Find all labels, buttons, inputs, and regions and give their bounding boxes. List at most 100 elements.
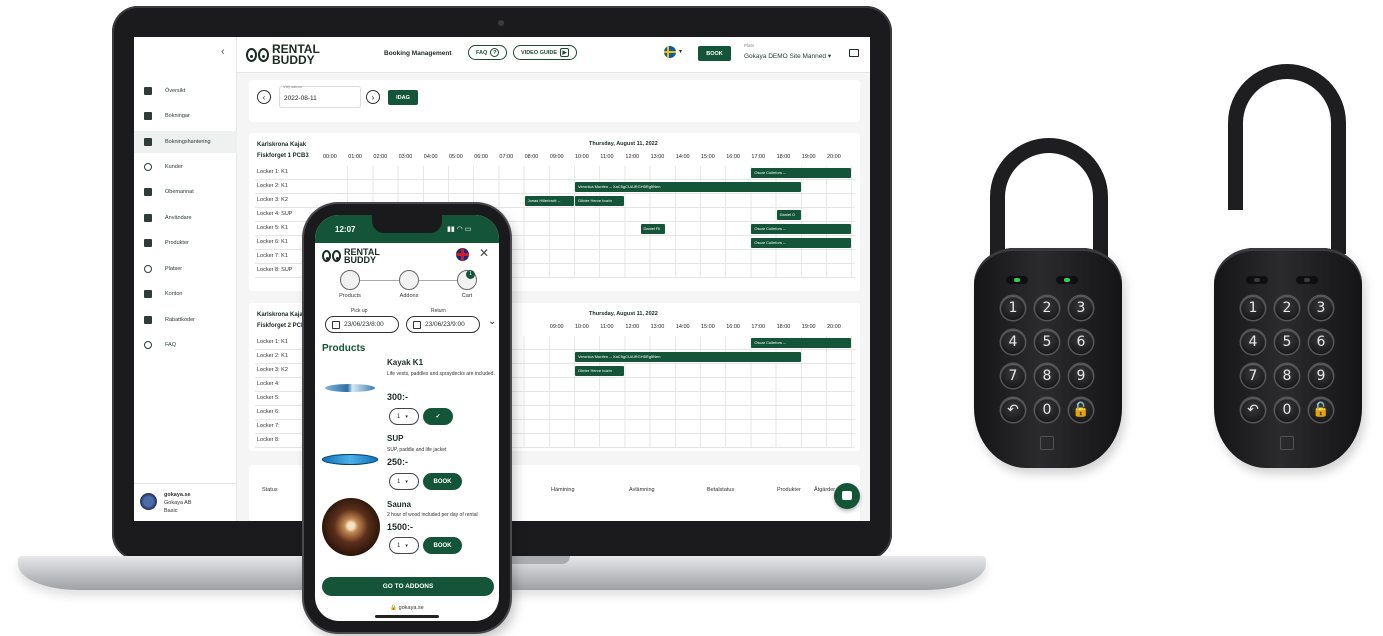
language-caret-icon[interactable]: ▾: [679, 48, 682, 55]
swedish-flag-icon[interactable]: [664, 46, 676, 58]
go-to-addons-button[interactable]: GO TO ADDONS: [322, 577, 494, 596]
booking-bar[interactable]: Daniel Fli: [640, 224, 665, 234]
keypad-key[interactable]: 7: [1241, 364, 1265, 388]
booking-bar[interactable]: Oscar Cullefors --: [751, 338, 852, 348]
phone-screen: 12:07 ▮▮ ◠ ▭ RENTAL BUDDY ✕ 1 Products A…: [315, 215, 499, 621]
keypad-key[interactable]: 8: [1275, 364, 1299, 388]
sidebar-item[interactable]: Bokningshantering: [134, 131, 237, 153]
sidebar-item[interactable]: Obemannat: [134, 181, 237, 203]
sidebar-item[interactable]: Användare: [134, 207, 237, 229]
sidebar-item[interactable]: Rabattkoder: [134, 309, 237, 331]
sidebar-item[interactable]: Produkter: [134, 232, 237, 254]
plats-select[interactable]: Gokaya DEMO Site Manned ▾: [744, 52, 831, 60]
quantity-select[interactable]: 1 ▾: [389, 473, 419, 490]
keypad-key[interactable]: 0: [1275, 398, 1299, 422]
step-addons-icon[interactable]: [399, 270, 419, 290]
browser-url: 🔒 gokaya.se: [390, 605, 424, 611]
sidebar-item[interactable]: Konton: [134, 283, 237, 305]
keypad-key[interactable]: 4: [1241, 330, 1265, 354]
quantity-select[interactable]: 1 ▾: [389, 408, 419, 425]
booking-bar[interactable]: Oscar Cullefors --: [751, 238, 852, 248]
sidebar-item[interactable]: Kunder: [134, 156, 237, 178]
date-input-label: Välj datum: [283, 84, 302, 89]
step-products-icon[interactable]: [340, 270, 360, 290]
rental-buddy-logo[interactable]: RENTAL BUDDY: [246, 43, 320, 66]
product-price: 1500:-: [387, 522, 414, 532]
booking-bar[interactable]: Jonas Hillerbrott --: [524, 196, 574, 206]
prev-date-button[interactable]: ‹: [257, 90, 271, 104]
keypad-key[interactable]: 9: [1309, 364, 1333, 388]
hour-label: 06:00: [474, 154, 488, 160]
keypad-key[interactable]: 0: [1035, 398, 1059, 422]
chevron-left-icon[interactable]: ‹: [221, 46, 225, 58]
step-label-cart: Cart: [461, 293, 473, 299]
keypad-key[interactable]: 3: [1069, 296, 1093, 320]
video-guide-button[interactable]: VIDEO GUIDE ▶: [513, 45, 578, 60]
keypad-key[interactable]: 1: [1001, 296, 1025, 320]
hour-label: 18:00: [776, 324, 791, 330]
keypad-key[interactable]: 🔓: [1069, 398, 1093, 422]
faq-button[interactable]: FAQ ?: [468, 45, 508, 60]
rental-buddy-logo[interactable]: RENTAL BUDDY: [322, 247, 380, 265]
status-led: [1246, 276, 1268, 284]
book-sauna-button[interactable]: BOOK: [423, 537, 462, 554]
close-icon[interactable]: ✕: [479, 246, 489, 260]
keypad-key[interactable]: 4: [1001, 330, 1025, 354]
keypad-key[interactable]: 3: [1309, 296, 1333, 320]
products-heading: Products: [322, 343, 366, 354]
schedule-day: Thursday, August 11, 2022: [589, 311, 658, 317]
book-sup-button[interactable]: BOOK: [423, 473, 462, 490]
pickup-date-field[interactable]: 23/06/23/8:00: [325, 316, 399, 333]
keypad-key[interactable]: 6: [1309, 330, 1333, 354]
keypad-key[interactable]: 7: [1001, 364, 1025, 388]
booking-bar[interactable]: Daniel O: [776, 210, 801, 220]
keypad-key[interactable]: 5: [1275, 330, 1299, 354]
booking-bar[interactable]: Olivier Herve bozin: [575, 366, 625, 376]
column-header[interactable]: Avlämning: [629, 487, 655, 493]
booking-bar[interactable]: Oscar Cullefors --: [751, 224, 852, 234]
booking-bar[interactable]: Veronica Monfen -- XaC5gCUAIRGH5Rg5Nen: [575, 182, 801, 192]
product-description: 2 hour of wood included per day of renta…: [387, 512, 478, 518]
hour-label: 03:00: [398, 154, 413, 160]
keypad-key[interactable]: 2: [1035, 296, 1059, 320]
keypad-key[interactable]: ↶: [1001, 398, 1025, 422]
column-header[interactable]: Hämtning: [551, 487, 575, 493]
logo-eyes-icon: [246, 47, 269, 62]
sidebar-item[interactable]: FAQ: [134, 334, 237, 356]
quantity-select[interactable]: 1 ▾: [389, 537, 419, 554]
column-header[interactable]: Status: [262, 487, 278, 493]
home-indicator: [375, 615, 439, 618]
keypad-key[interactable]: 5: [1035, 330, 1059, 354]
site-location: Fiskforget 1 PCB3: [257, 153, 309, 159]
added-check-button[interactable]: ✓: [423, 408, 453, 425]
keypad-key[interactable]: 6: [1069, 330, 1093, 354]
booking-bar[interactable]: Veronica Monfen -- XaC5gCUAIRGH5Rg5Nen: [575, 352, 801, 362]
return-date-field[interactable]: 23/06/23/9:00: [406, 316, 480, 333]
keypad-key[interactable]: 8: [1035, 364, 1059, 388]
chevron-down-icon[interactable]: ⌄: [488, 316, 496, 327]
book-button[interactable]: BOOK: [698, 46, 731, 61]
keypad-key[interactable]: 2: [1275, 296, 1299, 320]
sidebar-footer[interactable]: gokaya.se Gokaya AB Basic: [134, 483, 237, 521]
sidebar-item[interactable]: Översikt: [134, 80, 237, 102]
uk-flag-icon[interactable]: [456, 248, 469, 261]
keypad-key[interactable]: 🔓: [1309, 398, 1333, 422]
today-button[interactable]: IDAG: [388, 90, 418, 105]
sidebar-item[interactable]: Platser: [134, 258, 237, 280]
hour-label: 19:00: [801, 324, 816, 330]
column-header[interactable]: Betalstatus: [707, 487, 734, 493]
keypad-key[interactable]: ↶: [1241, 398, 1265, 422]
padlock-logo-icon: [1040, 436, 1054, 450]
sidebar-item[interactable]: Bokningar: [134, 105, 237, 127]
booking-bar[interactable]: Olivier Herve bozin: [575, 196, 625, 206]
booking-bar[interactable]: Oscar Cullefors --: [751, 168, 852, 178]
next-date-button[interactable]: ›: [366, 90, 380, 104]
sidebar-item-label: Obemannat: [165, 189, 194, 195]
hour-label: 08:00: [524, 154, 539, 160]
logout-icon[interactable]: [849, 49, 859, 57]
keypad-key[interactable]: 1: [1241, 296, 1265, 320]
chat-button[interactable]: [834, 483, 860, 509]
column-header[interactable]: Produkter: [777, 487, 801, 493]
column-header[interactable]: Åtgärder: [814, 487, 835, 493]
keypad-key[interactable]: 9: [1069, 364, 1093, 388]
